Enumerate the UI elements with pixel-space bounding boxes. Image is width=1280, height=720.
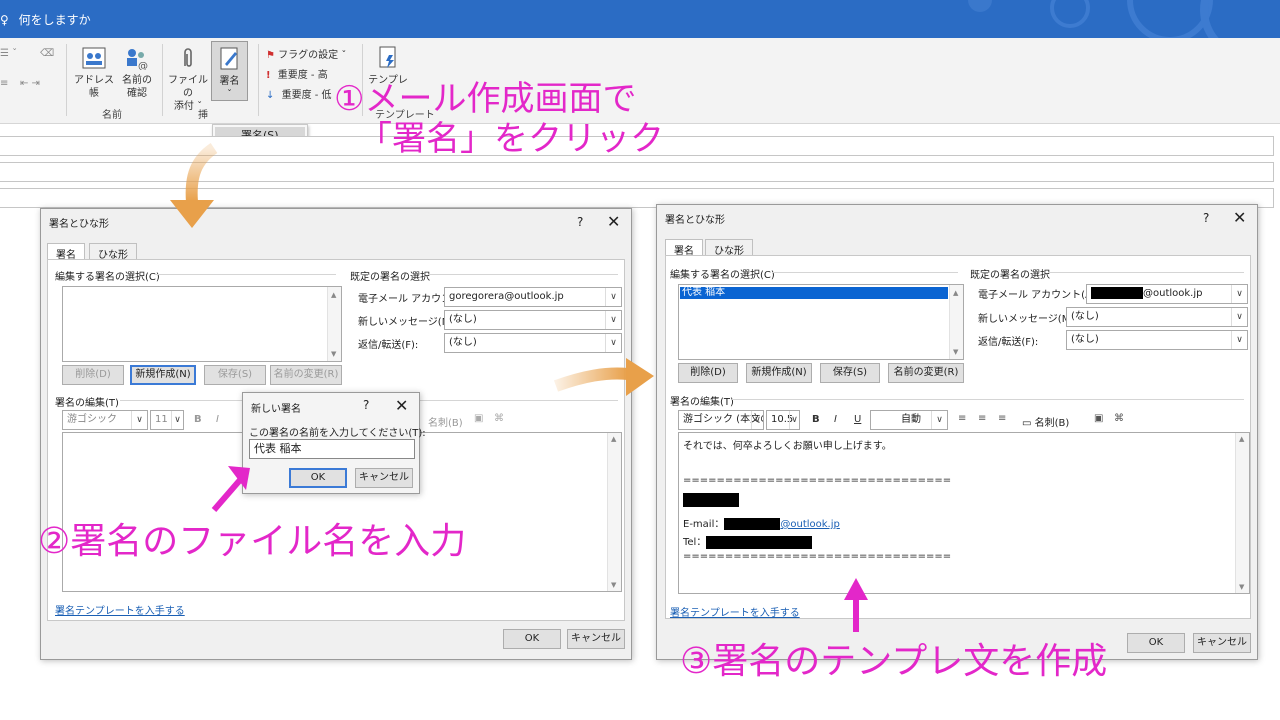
annotation-step1-line1: ①メール作成画面で xyxy=(334,79,637,119)
magenta-arrow-2 xyxy=(211,478,243,512)
orange-arrow-2 xyxy=(553,367,629,392)
annotation-step2: ②署名のファイル名を入力 xyxy=(38,521,467,562)
orange-arrowhead-2 xyxy=(626,358,654,396)
annotation-arrows xyxy=(170,143,868,632)
annotation-step1-line2: 「署名」をクリック xyxy=(358,119,664,159)
orange-arrow-1 xyxy=(185,143,218,203)
annotation-step3: ③署名のテンプレ文を作成 xyxy=(680,641,1108,682)
magenta-arrowhead-3 xyxy=(844,578,868,600)
orange-arrowhead-1 xyxy=(170,200,214,228)
